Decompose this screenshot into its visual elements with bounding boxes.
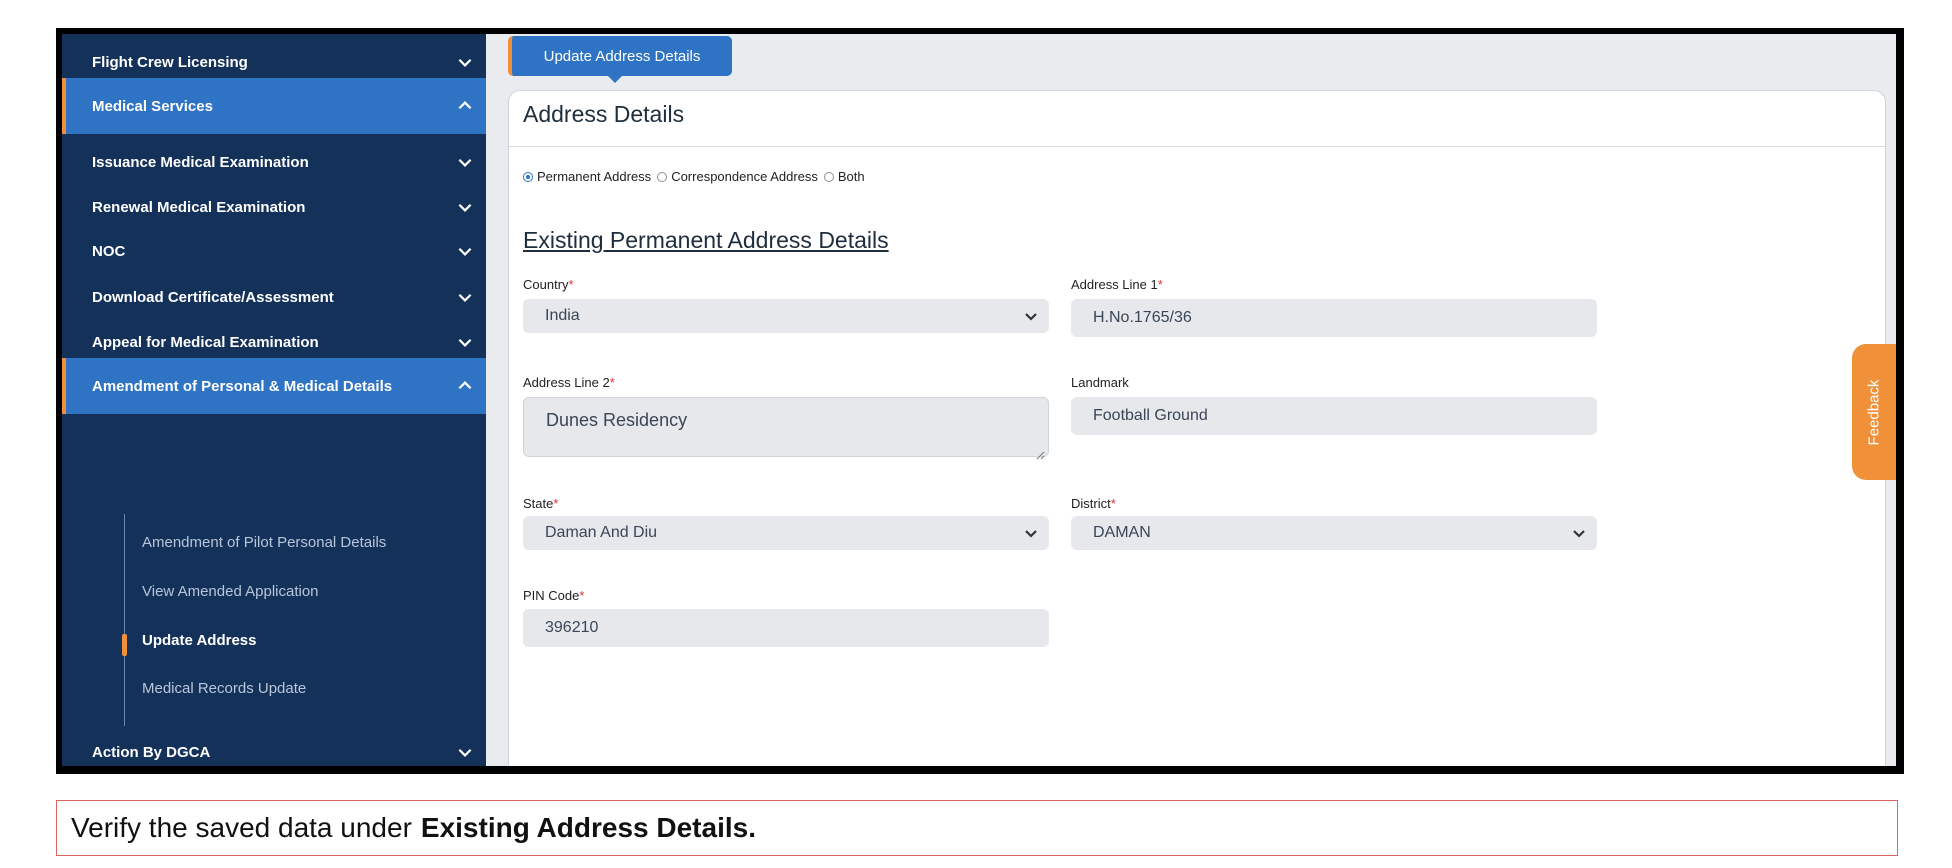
instruction-caption: Verify the saved data under Existing Add… xyxy=(56,800,1898,856)
sidebar: Flight Crew Licensing Medical Services I… xyxy=(62,34,486,766)
sidebar-item-label: Medical Services xyxy=(92,97,213,115)
main-content: Update Address Details Address Details P… xyxy=(486,34,1896,766)
chevron-down-icon xyxy=(456,743,474,761)
radio-label: Correspondence Address xyxy=(671,169,818,184)
district-select[interactable]: DAMAN xyxy=(1071,516,1597,550)
radio-label: Both xyxy=(837,169,865,184)
chevron-down-icon xyxy=(456,153,474,171)
resize-handle-icon[interactable] xyxy=(1036,444,1045,460)
sidebar-item-action-by-dgca[interactable]: Action By DGCA xyxy=(62,724,486,766)
subitem-amendment-pilot-personal-details[interactable]: Amendment of Pilot Personal Details xyxy=(142,522,386,562)
card-title: Address Details xyxy=(523,101,685,127)
state-label: State* xyxy=(523,496,559,511)
radio-both[interactable] xyxy=(823,171,834,182)
feedback-tab[interactable]: Feedback xyxy=(1852,344,1896,480)
sidebar-item-label: Flight Crew Licensing xyxy=(92,53,248,71)
country-label: Country* xyxy=(523,277,574,292)
tab-update-address-details[interactable]: Update Address Details xyxy=(508,36,732,76)
sidebar-item-medical-services[interactable]: Medical Services xyxy=(62,78,486,134)
landmark-input[interactable]: Football Ground xyxy=(1071,397,1597,435)
section-title: Existing Permanent Address Details xyxy=(523,227,889,253)
subitem-view-amended-application[interactable]: View Amended Application xyxy=(142,571,319,611)
active-indicator xyxy=(122,634,127,656)
state-select[interactable]: Daman And Diu xyxy=(523,516,1049,550)
app-window: Flight Crew Licensing Medical Services I… xyxy=(56,28,1904,774)
chevron-up-icon xyxy=(456,377,474,395)
radio-correspondence-address[interactable] xyxy=(657,171,668,182)
landmark-label: Landmark xyxy=(1071,375,1129,390)
sidebar-item-label: Amendment of Personal & Medical Details xyxy=(92,377,393,395)
sidebar-item-amendment[interactable]: Amendment of Personal & Medical Details xyxy=(62,358,486,414)
sidebar-item-label: NOC xyxy=(92,242,126,260)
sidebar-item-label: Action By DGCA xyxy=(92,743,211,761)
chevron-down-icon xyxy=(1023,308,1039,324)
district-label: District* xyxy=(1071,496,1116,511)
chevron-down-icon xyxy=(456,333,474,351)
chevron-down-icon xyxy=(1023,525,1039,541)
chevron-down-icon xyxy=(456,53,474,71)
feedback-label: Feedback xyxy=(1865,379,1883,445)
chevron-down-icon xyxy=(456,198,474,216)
submenu-tree-line xyxy=(124,514,125,726)
country-select[interactable]: India xyxy=(523,299,1049,333)
pin-code-label: PIN Code* xyxy=(523,588,585,603)
pin-code-input[interactable]: 396210 xyxy=(523,609,1049,647)
address-line2-textarea[interactable]: Dunes Residency xyxy=(523,397,1049,460)
chevron-down-icon xyxy=(456,242,474,260)
chevron-down-icon xyxy=(456,288,474,306)
sidebar-item-label: Download Certificate/Assessment xyxy=(92,288,334,306)
address-type-radio-group: Permanent Address Correspondence Address… xyxy=(523,169,871,184)
chevron-down-icon xyxy=(1571,525,1587,541)
address-details-card: Address Details Permanent Address Corres… xyxy=(508,90,1886,766)
radio-label: Permanent Address xyxy=(537,169,652,184)
sidebar-item-label: Issuance Medical Examination xyxy=(92,153,309,171)
subitem-update-address[interactable]: Update Address xyxy=(142,620,256,660)
radio-permanent-address[interactable] xyxy=(523,171,533,182)
subitem-medical-records-update[interactable]: Medical Records Update xyxy=(142,668,306,708)
divider xyxy=(509,146,1885,147)
tab-caret xyxy=(608,76,622,83)
sidebar-item-label: Renewal Medical Examination xyxy=(92,198,306,216)
instruction-emphasis: Existing Address Details. xyxy=(420,812,756,843)
address-line2-label: Address Line 2* xyxy=(523,375,615,390)
instruction-text: Verify the saved data under xyxy=(71,812,412,843)
address-line1-input[interactable]: H.No.1765/36 xyxy=(1071,299,1597,337)
sidebar-item-label: Appeal for Medical Examination xyxy=(92,333,319,351)
chevron-up-icon xyxy=(456,97,474,115)
address-line1-label: Address Line 1* xyxy=(1071,277,1163,292)
